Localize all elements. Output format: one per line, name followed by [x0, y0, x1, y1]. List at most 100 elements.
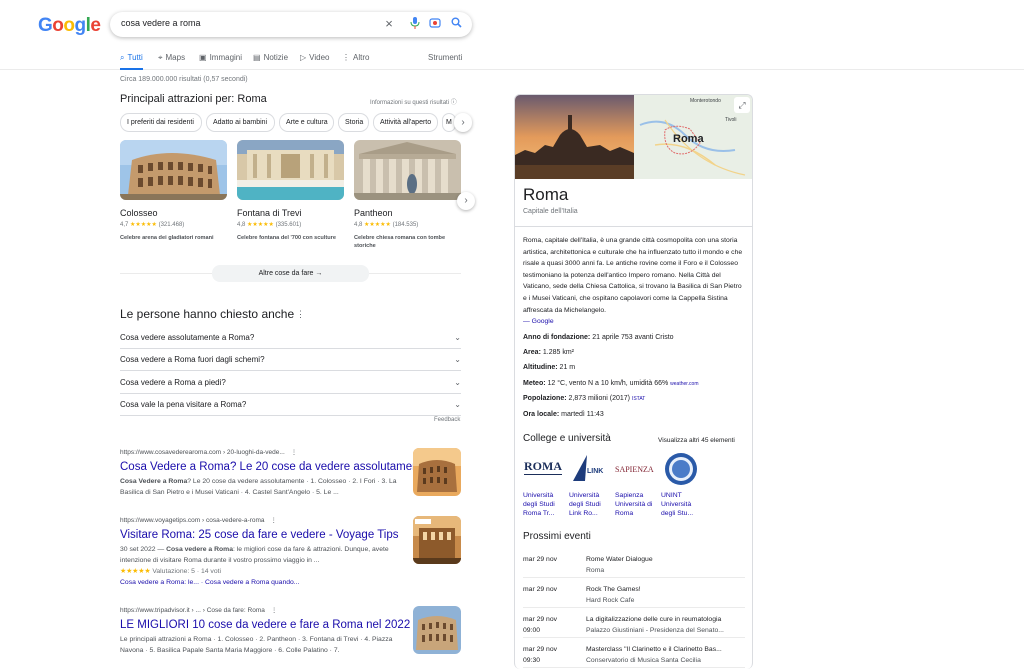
- chip-bambini[interactable]: Adatto ai bambini: [206, 113, 275, 132]
- fact-key[interactable]: Meteo:: [523, 380, 546, 387]
- result-url[interactable]: https://www.voyagetips.com › cosa-vedere…: [120, 516, 415, 524]
- camera-lens-icon[interactable]: [428, 17, 442, 31]
- paa-question[interactable]: Cosa vedere assolutamente a Roma? ⌄: [120, 327, 461, 349]
- event-place: Conservatorio di Musica Santa Cecilia: [586, 657, 701, 664]
- paa-question[interactable]: Cosa vedere a Roma fuori dagli schemi? ⌄: [120, 349, 461, 371]
- event-place: Hard Rock Cafe: [586, 597, 635, 604]
- logo-text: SAPIENZA: [615, 465, 654, 474]
- fact-altitude: Altitudine: 21 m: [523, 364, 575, 371]
- result-snippet: 30 set 2022 — Cosa vedere a Roma: le mig…: [120, 544, 415, 566]
- event-item[interactable]: mar 29 nov Rock The Games! Hard Rock Caf…: [523, 578, 745, 608]
- snippet-highlight: Cosa Vedere a Roma: [120, 478, 188, 485]
- tab-strumenti[interactable]: Strumenti: [428, 53, 462, 70]
- event-item[interactable]: mar 29 nov 09:30 Masterclass "Il Clarinet…: [523, 638, 745, 668]
- fact-key[interactable]: Anno di fondazione:: [523, 334, 590, 341]
- attraction-rating: 4,7 ★★★★★ (321.468): [120, 221, 184, 228]
- divider: [515, 226, 752, 227]
- logo-letter: o: [63, 15, 75, 36]
- result-title[interactable]: Cosa Vedere a Roma? Le 20 cose da vedere…: [120, 461, 428, 473]
- college-item[interactable]: SAPIENZA Sapienza Università di Roma: [615, 451, 655, 518]
- college-name: UNINT Università degli Stu...: [661, 492, 694, 517]
- microphone-icon[interactable]: [408, 17, 422, 31]
- tab-maps[interactable]: ⌖ Maps: [158, 53, 185, 70]
- tab-video[interactable]: ▷ Video: [300, 53, 329, 70]
- tab-label: Video: [309, 53, 330, 62]
- tab-label: Notizie: [263, 53, 289, 62]
- college-item[interactable]: ROMA TRE Università degli Studi Roma Tr.…: [523, 451, 563, 518]
- chip-storia[interactable]: Storia: [338, 113, 369, 132]
- result-title[interactable]: Visitare Roma: 25 cose da fare e vedere …: [120, 529, 415, 541]
- attraction-card-colosseo[interactable]: Colosseo 4,7 ★★★★★ (321.468) Celebre are…: [120, 140, 227, 260]
- video-icon: ▷: [300, 53, 307, 62]
- event-date: mar 29 nov: [523, 554, 557, 565]
- colleges-more-link[interactable]: Visualizza altri 45 elementi: [658, 437, 735, 444]
- search-result: https://www.tripadvisor.it › ... › Cose …: [120, 606, 415, 656]
- chip-aperto[interactable]: Attività all'aperto: [373, 113, 438, 132]
- tab-immagini[interactable]: ▣ Immagini: [199, 53, 242, 70]
- search-box[interactable]: cosa vedere a roma ×: [110, 12, 472, 37]
- event-item[interactable]: mar 29 nov Rome Water Dialogue Roma: [523, 548, 745, 578]
- event-name: Rome Water Dialogue: [586, 556, 653, 563]
- result-snippet: Cosa Vedere a Roma? Le 20 cose da vedere…: [120, 476, 415, 498]
- result-url[interactable]: https://www.tripadvisor.it › ... › Cose …: [120, 606, 415, 614]
- paa-question[interactable]: Cosa vale la pena visitare a Roma? ⌄: [120, 394, 461, 416]
- tab-altro[interactable]: ⋮ Altro: [342, 53, 369, 70]
- search-input[interactable]: cosa vedere a roma: [121, 18, 201, 28]
- attractions-info-link[interactable]: Informazioni su questi risultati ⓘ: [370, 97, 457, 106]
- fact-key[interactable]: Area:: [523, 349, 541, 356]
- event-date: mar 29 nov 09:30: [523, 644, 557, 666]
- tab-notizie[interactable]: ▤ Notizie: [253, 53, 288, 70]
- fact-value: 21 aprile 753 avanti Cristo: [590, 334, 674, 341]
- chip-arte-cultura[interactable]: Arte e cultura: [279, 113, 334, 132]
- button-label: Altre cose da fare: [258, 270, 314, 277]
- chip-preferiti[interactable]: I preferiti dai residenti: [120, 113, 202, 132]
- college-item[interactable]: LINK Università degli Studi Link Ro...: [569, 451, 609, 518]
- fact-key[interactable]: Altitudine:: [523, 364, 558, 371]
- expand-icon[interactable]: ⤢: [734, 97, 750, 113]
- event-name: La digitalizzazione delle cure in reumat…: [586, 616, 722, 623]
- fact-source-link[interactable]: weather.com: [670, 381, 698, 387]
- fact-key[interactable]: Ora locale:: [523, 411, 559, 418]
- attraction-card-pantheon[interactable]: Pantheon 4,8 ★★★★★ (184.535) Celebre chi…: [354, 140, 461, 260]
- event-item[interactable]: mar 29 nov 09:00 La digitalizzazione dell…: [523, 608, 745, 638]
- chevron-right-icon: ›: [464, 195, 468, 206]
- more-options-icon[interactable]: ⋮: [271, 517, 278, 524]
- paa-question[interactable]: Cosa vedere a Roma a piedi? ⌄: [120, 372, 461, 394]
- fact-key[interactable]: Popolazione:: [523, 395, 567, 402]
- tab-tutti[interactable]: ⌕ Tutti: [120, 53, 143, 70]
- more-things-to-do-button[interactable]: Altre cose da fare →: [212, 265, 369, 282]
- question-text: Cosa vale la pena visitare a Roma?: [120, 400, 247, 409]
- result-thumbnail[interactable]: [413, 516, 461, 564]
- more-options-icon[interactable]: ⋮: [271, 607, 278, 614]
- star-rating-icon: ★★★★★: [120, 568, 151, 575]
- carousel-next-button[interactable]: ›: [457, 192, 475, 210]
- pantheon-image: [354, 140, 461, 200]
- chevron-down-icon: ⌄: [454, 355, 461, 364]
- event-place: Palazzo Giustiniani - Presidenza del Sen…: [586, 627, 724, 634]
- question-text: Cosa vedere assolutamente a Roma?: [120, 333, 255, 342]
- more-options-icon[interactable]: ⋮: [291, 449, 298, 456]
- roma-tre-logo: ROMA TRE: [523, 451, 563, 487]
- colleges-title: College e università: [523, 433, 611, 444]
- fact-source-link[interactable]: ISTAT: [632, 396, 645, 402]
- tab-label: Altro: [353, 53, 370, 62]
- rating-value: 4,8: [354, 222, 363, 228]
- feedback-link[interactable]: Feedback: [434, 417, 460, 423]
- chevron-right-icon[interactable]: ›: [454, 113, 472, 132]
- college-item[interactable]: UNINT Università degli Stu...: [661, 451, 701, 518]
- attraction-card-fontana-di-trevi[interactable]: Fontana di Trevi 4,8 ★★★★★ (335.601) Cel…: [237, 140, 344, 260]
- clear-icon[interactable]: ×: [382, 17, 396, 31]
- description-source[interactable]: — Google: [523, 318, 554, 325]
- result-title[interactable]: LE MIGLIORI 10 cose da vedere e fare a R…: [120, 619, 415, 631]
- event-date: mar 29 nov: [523, 584, 557, 595]
- rome-skyline-image[interactable]: [515, 95, 753, 179]
- google-logo[interactable]: Google: [38, 15, 101, 36]
- search-icon[interactable]: [449, 17, 463, 31]
- more-options-icon[interactable]: ⋮: [296, 309, 305, 320]
- result-url[interactable]: https://www.cosavederearoma.com › 20-luo…: [120, 448, 415, 456]
- result-sitelinks[interactable]: Cosa vedere a Roma: le... · Cosa vedere …: [120, 577, 415, 588]
- logo-letter: g: [74, 15, 87, 36]
- result-thumbnail[interactable]: [413, 448, 461, 496]
- result-thumbnail[interactable]: [413, 606, 461, 654]
- attraction-name: Pantheon: [354, 208, 393, 218]
